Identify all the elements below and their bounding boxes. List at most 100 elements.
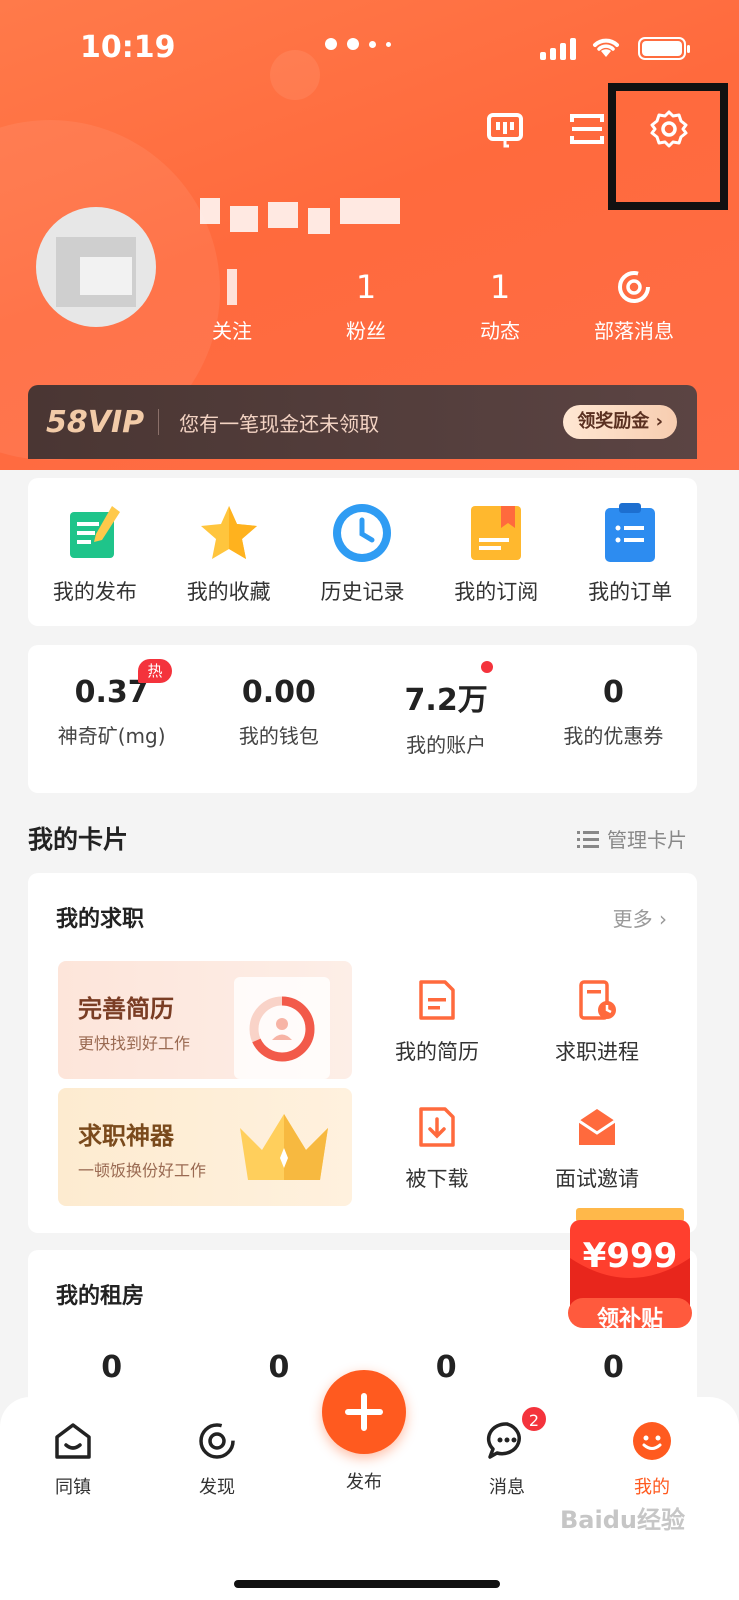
subscribe-book-icon [471,506,522,560]
subsidy-amount: ¥999 [582,1236,678,1276]
stat-tribe-messages[interactable]: 部落消息 [567,265,701,344]
crown-icon [240,1114,328,1180]
job-item-resume[interactable]: 我的简历 [372,978,502,1066]
rent-value[interactable]: 0 [28,1350,195,1385]
vip-banner[interactable]: 58VIP 您有一笔现金还未领取 领奖励金 › [28,385,697,459]
wallet-label: 我的钱包 [238,724,319,748]
wallet-my-account[interactable]: 7.2万 我的账户 [363,645,530,793]
quick-item-favorites[interactable]: 我的收藏 [169,500,289,626]
resume-progress-illustration [234,977,330,1079]
blurred-count [227,269,237,305]
wallet-label: 我的优惠券 [563,724,664,748]
quick-item-orders[interactable]: 我的订单 [570,500,690,626]
stat-value: 1 [489,268,511,306]
battery-icon [638,37,690,60]
wifi-icon [593,38,619,57]
wallet-magic-ore[interactable]: 热 0.37 神奇矿(mg) [28,645,195,793]
clock-icon [333,504,392,562]
publish-label: 发布 [346,1472,382,1493]
stat-posts[interactable]: 1 动态 [433,265,567,344]
job-item-label: 面试邀请 [555,1167,639,1191]
tab-discover[interactable]: 发现 [177,1419,257,1499]
job-card: 我的求职 更多 › 完善简历 更快找到好工作 求职神器 一顿饭换份好工作 我的简… [28,873,697,1233]
tab-label: 消息 [489,1477,525,1498]
section-title-cards: 我的卡片 [28,825,129,854]
rent-value[interactable]: 0 [530,1350,697,1385]
wallet-value: 0.00 [241,675,316,710]
download-icon [419,1107,455,1147]
job-card-title: 我的求职 [56,907,145,932]
wallet-card: 热 0.37 神奇矿(mg) 0.00 我的钱包 7.2万 我的账户 0 我的优… [28,645,697,793]
stat-label: 部落消息 [594,319,674,343]
wallet-label: 我的账户 [406,733,487,757]
tab-town[interactable]: 同镇 [33,1419,113,1499]
status-dots [325,38,391,50]
smile-icon [633,1422,671,1460]
stat-following[interactable]: 关注 [165,265,299,344]
manage-cards-button[interactable]: 管理卡片 [577,824,687,853]
tab-label: 发现 [199,1477,235,1498]
signal-icon [540,38,576,60]
tribe-icon [618,271,650,303]
home-icon [55,1423,91,1459]
watermark: Baidu经验 [560,1506,685,1534]
wallet-label: 神奇矿(mg) [57,724,166,748]
subsidy-label: 领补贴 [596,1307,663,1332]
decor-blob [270,50,320,100]
quick-item-label: 历史记录 [320,580,405,604]
profile-stats: 关注 1 粉丝 1 动态 部落消息 [165,265,735,344]
job-item-downloaded[interactable]: 被下载 [372,1105,502,1193]
job-tool-promo[interactable]: 求职神器 一顿饭换份好工作 [58,1088,352,1206]
plus-icon [345,1393,383,1431]
customer-service-icon[interactable] [484,108,526,150]
quick-item-label: 我的订阅 [454,580,539,604]
resume-icon [419,980,455,1020]
star-icon [200,506,257,559]
quick-item-my-posts[interactable]: 我的发布 [35,500,155,626]
stat-label: 粉丝 [346,319,386,343]
subsidy-floating-button[interactable]: ¥999 领补贴 [560,1198,700,1338]
job-more-link[interactable]: 更多 › [613,903,667,932]
stat-value: 1 [355,268,377,306]
job-item-label: 求职进程 [555,1040,639,1064]
wallet-my-wallet[interactable]: 0.00 我的钱包 [195,645,362,793]
post-note-icon [69,506,120,558]
wallet-coupons[interactable]: 0 我的优惠券 [530,645,697,793]
stat-label: 动态 [480,319,520,343]
complete-resume-promo[interactable]: 完善简历 更快找到好工作 [58,961,352,1079]
quick-item-label: 我的订单 [588,580,673,604]
tab-label: 同镇 [55,1477,91,1498]
stat-label: 关注 [212,319,252,343]
job-item-label: 我的简历 [395,1040,479,1064]
quick-item-history[interactable]: 历史记录 [302,500,422,626]
claim-reward-button[interactable]: 领奖励金 › [563,405,677,439]
wallet-value: 7.2万 [404,683,488,718]
vip-logo: 58VIP [46,404,145,440]
notification-dot [480,661,493,673]
job-item-label: 被下载 [405,1167,469,1191]
invitation-icon [578,1109,616,1145]
divider [158,409,160,435]
hot-badge: 热 [138,659,172,683]
quick-item-label: 我的发布 [52,580,137,604]
job-item-interview-invite[interactable]: 面试邀请 [532,1105,662,1193]
wallet-value: 0 [602,675,624,710]
stat-fans[interactable]: 1 粉丝 [299,265,433,344]
message-count-badge: 2 [520,1405,548,1433]
home-indicator[interactable] [234,1580,500,1588]
avatar[interactable] [36,207,156,327]
quick-item-label: 我的收藏 [186,580,271,604]
job-item-progress[interactable]: 求职进程 [532,978,662,1066]
list-icon [577,830,599,848]
tab-me[interactable]: 我的 [612,1419,692,1499]
manage-cards-label: 管理卡片 [607,828,687,852]
status-time: 10:19 [80,30,176,65]
vip-text: 您有一笔现金还未领取 [179,411,380,436]
tab-label: 我的 [634,1477,670,1498]
progress-icon [579,980,616,1020]
settings-highlight-box [608,83,728,210]
quick-item-subscriptions[interactable]: 我的订阅 [436,500,556,626]
publish-button[interactable] [322,1370,406,1454]
rent-card-title: 我的租房 [56,1284,145,1309]
scan-icon[interactable] [566,108,608,150]
